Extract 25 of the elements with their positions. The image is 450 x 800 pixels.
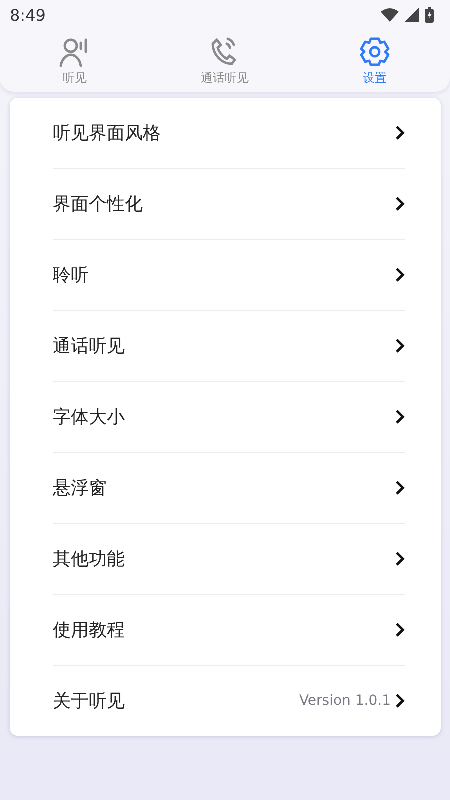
chevron-right-icon: [395, 551, 405, 567]
settings-icon: [359, 36, 391, 68]
battery-icon: [425, 7, 434, 23]
chevron-right-icon: [395, 622, 405, 638]
chevron-right-icon: [395, 409, 405, 425]
settings-item[interactable]: 界面个性化: [53, 192, 395, 216]
chevron-right-icon: [395, 267, 405, 283]
chevron-right-icon: [395, 480, 405, 496]
settings-item[interactable]: 使用教程: [53, 618, 395, 642]
status-time: 8:49: [10, 6, 46, 24]
settings-item[interactable]: 其他功能: [53, 547, 395, 571]
nav-tab[interactable]: 设置: [300, 30, 450, 92]
version-text: Version 1.0.1: [299, 693, 391, 709]
signal-icon: [405, 8, 419, 22]
chevron-right-icon: [395, 125, 405, 141]
settings-item[interactable]: 聆听: [53, 263, 395, 287]
settings-item[interactable]: 听见界面风格: [53, 121, 395, 145]
settings-item[interactable]: 关于听见: [53, 689, 300, 713]
settings-item[interactable]: 悬浮窗: [53, 476, 395, 500]
chevron-right-icon: [395, 196, 405, 212]
settings-item[interactable]: 通话听见: [53, 334, 395, 358]
settings-item[interactable]: 字体大小: [53, 405, 395, 429]
wifi-icon: [381, 8, 399, 22]
chevron-right-icon: [395, 693, 405, 709]
chevron-right-icon: [395, 338, 405, 354]
